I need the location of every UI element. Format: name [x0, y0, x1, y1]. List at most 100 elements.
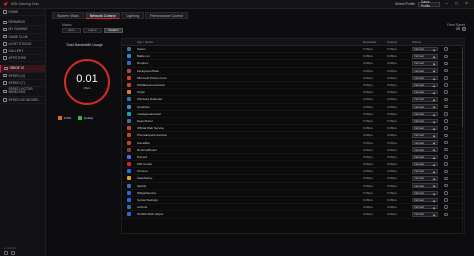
table-row[interactable]: WidgetService 0 Mbps 0 Mbps Normal — [122, 190, 464, 197]
sidebar-item-home[interactable]: HOME — [0, 9, 45, 17]
column-header-name[interactable]: App / Game — [137, 40, 153, 44]
priority-select[interactable]: Normal — [412, 147, 438, 152]
priority-select[interactable]: Normal — [412, 204, 438, 210]
sidebar-item-device-2[interactable]: SPEED (V) — [0, 73, 45, 80]
gear-icon[interactable] — [444, 212, 448, 217]
column-header-priority[interactable]: Priority — [412, 40, 421, 44]
close-icon[interactable]: × — [463, 1, 470, 7]
gear-icon[interactable] — [444, 47, 448, 51]
gear-icon[interactable] — [444, 112, 448, 116]
mode-game-button[interactable]: Game — [83, 27, 102, 33]
priority-select[interactable]: Normal — [412, 104, 438, 109]
fixed-speed-control[interactable]: Off — [456, 27, 466, 31]
table-row[interactable]: ShellExperienceHost 0 Mbps 0 Mbps Normal — [122, 82, 464, 90]
priority-select[interactable]: Normal — [412, 183, 438, 188]
minimize-icon[interactable]: – — [443, 1, 450, 7]
gear-icon[interactable] — [444, 155, 448, 159]
table-row[interactable]: backgroundTask 0 Mbps 0 Mbps Normal — [122, 68, 464, 75]
priority-select[interactable]: Normal — [412, 133, 438, 138]
gear-icon[interactable] — [444, 119, 448, 123]
priority-select[interactable]: Normal — [412, 61, 438, 66]
sidebar-item-rewards[interactable]: REWARDS — [0, 19, 45, 27]
tab-network-control[interactable]: Network Control — [84, 12, 121, 19]
priority-select[interactable]: Normal — [412, 161, 438, 167]
gear-icon[interactable] — [444, 205, 448, 209]
mode-auto-button[interactable]: Auto — [62, 27, 81, 33]
scrollbar-thumb[interactable] — [461, 47, 463, 127]
priority-select[interactable]: Normal — [412, 97, 438, 102]
table-row[interactable]: NVIDIA Web Helper 0 Mbps 0 Mbps Normal — [122, 211, 464, 219]
profile-select[interactable]: Game Profile — [418, 0, 440, 8]
table-row[interactable]: RuntimeBroker 0 Mbps 0 Mbps Normal — [122, 147, 464, 154]
priority-select[interactable]: Normal — [412, 169, 438, 174]
table-row[interactable]: PhoneExperienceHost 0 Mbps 0 Mbps Normal — [122, 132, 464, 140]
gear-icon[interactable] — [444, 162, 448, 166]
sidebar-item-light-studio[interactable]: LIGHT STUDIO — [0, 41, 45, 48]
table-row[interactable]: svchost 0 Mbps 0 Mbps Normal — [122, 204, 464, 212]
gear-icon[interactable] — [444, 147, 448, 152]
gear-icon[interactable] — [444, 104, 448, 109]
sidebar-item-device-3[interactable]: SPEED (T) — [0, 80, 45, 87]
gear-icon[interactable] — [444, 68, 448, 73]
priority-select[interactable]: Normal — [412, 75, 438, 81]
sidebar-item-device-5[interactable]: SPEED KEYBOARD — [0, 97, 45, 105]
table-row[interactable]: SteelSeries 0 Mbps 0 Mbps Normal — [122, 175, 464, 183]
table-row[interactable]: msedgewebview2 0 Mbps 0 Mbps Normal — [122, 111, 464, 118]
priority-select[interactable]: Normal — [412, 176, 438, 181]
priority-select[interactable]: Normal — [412, 212, 438, 217]
table-scrollbar[interactable] — [461, 47, 463, 233]
table-row[interactable]: OneDrive 0 Mbps 0 Mbps Normal — [122, 104, 464, 111]
settings-icon[interactable] — [4, 251, 8, 255]
gear-icon[interactable] — [444, 133, 448, 138]
gear-icon[interactable] — [444, 140, 448, 145]
gear-icon[interactable] — [444, 97, 448, 102]
table-row[interactable]: Spotify 0 Mbps 0 Mbps Normal — [122, 183, 464, 190]
table-row[interactable]: Origin 0 Mbps 0 Mbps Normal — [122, 89, 464, 97]
priority-select[interactable]: Normal — [412, 118, 438, 124]
sidebar-item-device-1[interactable]: GRIDE VI — [0, 65, 45, 73]
priority-select[interactable]: Normal — [412, 68, 438, 73]
table-row[interactable]: Steam 0 Mbps 0 Mbps Normal — [122, 46, 464, 54]
sidebar-item-my-gaming[interactable]: MY GAMING — [0, 26, 45, 34]
table-row[interactable]: SearchHost 0 Mbps 0 Mbps Normal — [122, 118, 464, 126]
sidebar-item-game-club[interactable]: GAME CLUB — [0, 34, 45, 41]
table-row[interactable]: Discord 0 Mbps 0 Mbps Normal — [122, 154, 464, 161]
priority-select[interactable]: Normal — [412, 46, 438, 52]
gear-icon[interactable] — [444, 126, 448, 130]
table-row[interactable]: Chrome 0 Mbps 0 Mbps Normal — [122, 168, 464, 176]
tab-system-vitals[interactable]: System Vitals — [52, 12, 84, 19]
tab-lighting[interactable]: Lighting — [121, 12, 145, 19]
gear-icon[interactable] — [444, 198, 448, 202]
priority-select[interactable]: Normal — [412, 197, 438, 203]
gear-icon[interactable] — [444, 83, 448, 87]
priority-select[interactable]: Normal — [412, 111, 438, 117]
gear-icon[interactable] — [444, 54, 448, 59]
priority-select[interactable]: Normal — [412, 82, 438, 88]
sidebar-item-appstore[interactable]: APPSTORE — [0, 55, 45, 63]
table-row[interactable]: Microsoft.Photos.Core 0 Mbps 0 Mbps Normal — [122, 75, 464, 82]
table-row[interactable]: Battle.net 0 Mbps 0 Mbps Normal — [122, 53, 464, 61]
priority-select[interactable]: Normal — [412, 154, 438, 160]
priority-select[interactable]: Normal — [412, 54, 438, 59]
gear-icon[interactable] — [444, 90, 448, 94]
priority-select[interactable]: Normal — [412, 125, 438, 131]
table-row[interactable]: Windows Defender 0 Mbps 0 Mbps Normal — [122, 96, 464, 104]
gear-icon[interactable] — [444, 169, 448, 174]
gear-icon[interactable] — [444, 61, 448, 66]
table-row[interactable]: SystemSettings 0 Mbps 0 Mbps Normal — [122, 197, 464, 205]
sidebar-item-device-4[interactable]: SPEED VICTOR WIRELESS — [0, 87, 45, 97]
mode-custom-button[interactable]: Custom — [104, 27, 123, 33]
priority-select[interactable]: Normal — [412, 89, 438, 95]
column-header-download[interactable]: Download — [363, 40, 376, 44]
maximize-icon[interactable]: □ — [453, 1, 460, 7]
gear-icon[interactable] — [444, 76, 448, 80]
gear-icon[interactable] — [444, 176, 448, 181]
table-row[interactable]: Dropbox 0 Mbps 0 Mbps Normal — [122, 60, 464, 68]
table-row[interactable]: Official Web Service 0 Mbps 0 Mbps Normal — [122, 125, 464, 133]
sidebar-item-gallery[interactable]: GALLERY — [0, 48, 45, 56]
table-row[interactable]: GameBar 0 Mbps 0 Mbps Normal — [122, 139, 464, 147]
gear-icon[interactable] — [444, 183, 448, 188]
settings-icon[interactable] — [462, 27, 466, 31]
column-header-upload[interactable]: Upload — [387, 40, 397, 44]
gear-icon[interactable] — [444, 191, 448, 195]
